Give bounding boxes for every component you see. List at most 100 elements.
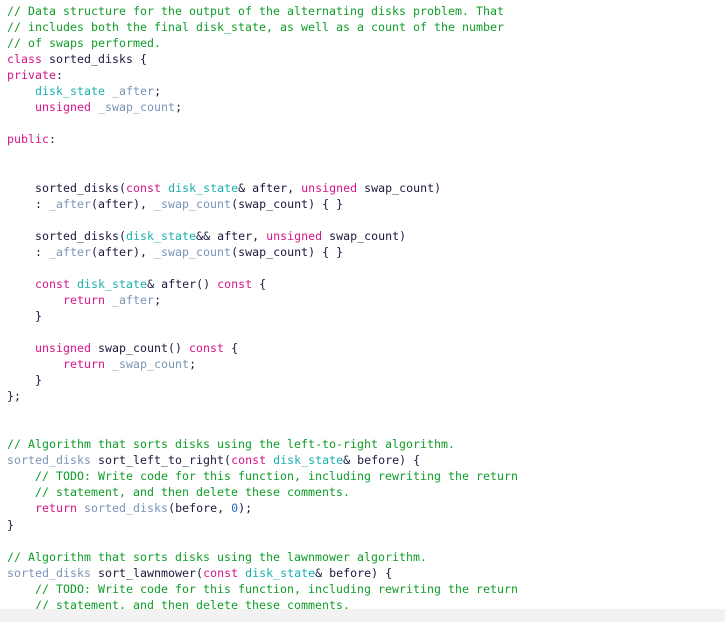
code-line[interactable]: : _after(after), _swap_count(swap_count)… bbox=[0, 196, 725, 212]
code-token: & after, bbox=[238, 180, 302, 195]
code-token: sorted_disks bbox=[7, 565, 92, 580]
code-token: disk_state bbox=[126, 228, 197, 243]
code-token: const bbox=[189, 340, 225, 355]
code-line[interactable]: : _after(after), _swap_count(swap_count)… bbox=[0, 244, 725, 260]
code-line[interactable] bbox=[0, 260, 725, 276]
code-line[interactable] bbox=[0, 420, 725, 436]
code-token: private bbox=[7, 68, 57, 83]
code-token: disk_state bbox=[168, 180, 239, 195]
code-line[interactable]: return _swap_count; bbox=[0, 356, 725, 372]
code-token: // statement, and then delete these comm… bbox=[35, 485, 351, 500]
code-token: unsigned bbox=[35, 340, 92, 355]
code-line[interactable] bbox=[0, 115, 725, 131]
code-token: ( bbox=[119, 228, 127, 243]
code-line[interactable]: class sorted_disks { bbox=[0, 51, 725, 67]
code-token: const bbox=[126, 180, 162, 195]
code-line[interactable]: } bbox=[0, 372, 725, 388]
code-token: (before, bbox=[168, 501, 232, 516]
code-token: : bbox=[7, 196, 50, 211]
code-token: // of swaps performed. bbox=[7, 36, 162, 51]
code-line[interactable]: return _after; bbox=[0, 292, 725, 308]
code-token: // TODO: Write code for this function, i… bbox=[35, 581, 519, 596]
code-line[interactable]: // TODO: Write code for this function, i… bbox=[0, 468, 725, 484]
code-token: ; bbox=[175, 100, 183, 115]
code-token: ; bbox=[154, 84, 162, 99]
code-token: class bbox=[7, 52, 43, 67]
code-token: return bbox=[63, 357, 106, 372]
code-token: (after), bbox=[91, 244, 155, 259]
code-editor[interactable]: // Data structure for the output of the … bbox=[0, 0, 725, 622]
code-token: disk_state bbox=[77, 276, 148, 291]
code-token: ; bbox=[189, 357, 197, 372]
code-token: & before) { bbox=[315, 565, 393, 580]
code-token: const bbox=[35, 276, 71, 291]
code-token: }; bbox=[7, 389, 22, 404]
code-token: disk_state bbox=[35, 84, 106, 99]
code-line[interactable]: // includes both the final disk_state, a… bbox=[0, 19, 725, 35]
code-line[interactable]: sorted_disks sort_left_to_right(const di… bbox=[0, 452, 725, 468]
code-token: disk_state bbox=[273, 453, 344, 468]
code-line[interactable]: } bbox=[0, 308, 725, 324]
code-token: disk_state bbox=[245, 565, 316, 580]
code-token: // Algorithm that sorts disks using the … bbox=[7, 437, 456, 452]
code-line[interactable]: sorted_disks(disk_state&& after, unsigne… bbox=[0, 228, 725, 244]
code-line[interactable] bbox=[0, 324, 725, 340]
code-line[interactable]: }; bbox=[0, 388, 725, 404]
code-line[interactable]: private: bbox=[0, 67, 725, 83]
code-token: _swap_count bbox=[98, 100, 176, 115]
code-token: : bbox=[49, 132, 57, 147]
code-token: (swap_count) { } bbox=[231, 244, 344, 259]
code-token: : bbox=[7, 244, 50, 259]
code-token: const bbox=[203, 565, 239, 580]
code-line[interactable]: unsigned _swap_count; bbox=[0, 99, 725, 115]
code-token: sorted_disks bbox=[49, 52, 134, 67]
code-token: unsigned bbox=[35, 100, 92, 115]
code-token: return bbox=[63, 292, 106, 307]
code-token: sorted_disks bbox=[35, 228, 120, 243]
code-token: { bbox=[133, 52, 148, 67]
code-line[interactable]: sorted_disks(const disk_state& after, un… bbox=[0, 180, 725, 196]
code-token: _after bbox=[112, 84, 155, 99]
code-line[interactable]: // Data structure for the output of the … bbox=[0, 3, 725, 19]
code-line[interactable]: public: bbox=[0, 131, 725, 147]
code-line[interactable]: // statement, and then delete these comm… bbox=[0, 484, 725, 500]
code-token: & after() bbox=[147, 276, 218, 291]
code-line[interactable]: // Algorithm that sorts disks using the … bbox=[0, 436, 725, 452]
editor-bottom-strip bbox=[0, 609, 725, 622]
code-line[interactable]: // of swaps performed. bbox=[0, 35, 725, 51]
code-token: sorted_disks bbox=[35, 180, 120, 195]
code-token: // Algorithm that sorts disks using the … bbox=[7, 549, 428, 564]
code-line[interactable]: sorted_disks sort_lawnmower(const disk_s… bbox=[0, 565, 725, 581]
code-text-area[interactable]: // Data structure for the output of the … bbox=[0, 0, 725, 622]
code-token: // TODO: Write code for this function, i… bbox=[35, 469, 519, 484]
code-line[interactable]: // Algorithm that sorts disks using the … bbox=[0, 549, 725, 565]
code-line[interactable] bbox=[0, 533, 725, 549]
code-line[interactable]: // TODO: Write code for this function, i… bbox=[0, 581, 725, 597]
code-line[interactable]: unsigned swap_count() const { bbox=[0, 340, 725, 356]
code-line[interactable]: const disk_state& after() const { bbox=[0, 276, 725, 292]
code-token: swap_count) bbox=[322, 228, 407, 243]
code-line[interactable]: } bbox=[0, 517, 725, 533]
code-line[interactable] bbox=[0, 147, 725, 163]
code-line[interactable]: return sorted_disks(before, 0); bbox=[0, 500, 725, 516]
code-line[interactable]: disk_state _after; bbox=[0, 83, 725, 99]
code-line[interactable] bbox=[0, 212, 725, 228]
code-line[interactable] bbox=[0, 163, 725, 179]
code-token: ( bbox=[224, 453, 232, 468]
code-line[interactable] bbox=[0, 404, 725, 420]
code-token: _swap_count bbox=[154, 244, 232, 259]
code-token: const bbox=[231, 453, 267, 468]
